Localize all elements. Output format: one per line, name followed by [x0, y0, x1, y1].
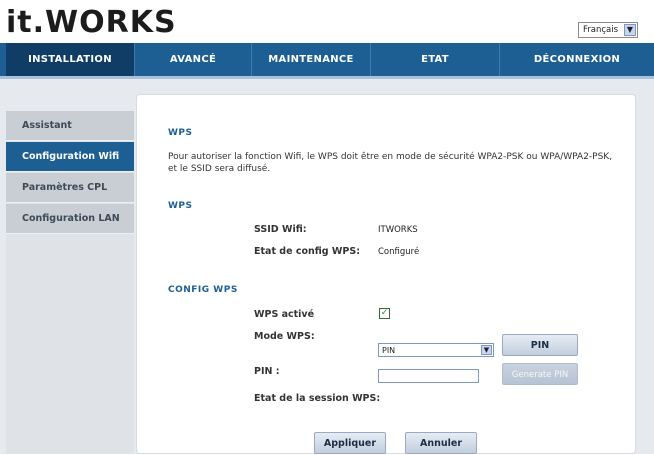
nav-avance[interactable]: AVANCÉ — [135, 43, 251, 76]
main-panel — [136, 94, 636, 454]
language-value: Français — [583, 25, 619, 35]
nav-etat[interactable]: ETAT — [371, 43, 499, 76]
sidebar-item-configuration-lan[interactable]: Configuration LAN — [6, 204, 134, 234]
itworks-logo: it.WORKS — [6, 5, 177, 40]
sidebar-item-parametres-cpl[interactable]: Paramètres CPL — [6, 173, 134, 203]
pin-input[interactable] — [378, 369, 479, 383]
mode-select[interactable]: PIN ▼ — [378, 343, 494, 357]
wps-active-checkbox[interactable]: ✓ — [379, 308, 390, 319]
intro-section-title: WPS — [168, 128, 193, 138]
sidebar-item-configuration-wifi[interactable]: Configuration Wifi — [6, 142, 134, 172]
nav-maintenance[interactable]: MAINTENANCE — [252, 43, 370, 76]
ssid-label: SSID Wifi: — [254, 224, 307, 235]
config-state-value: Configuré — [378, 247, 420, 257]
nav-installation[interactable]: INSTALLATION — [6, 43, 134, 76]
generate-pin-button[interactable]: Generate PIN — [502, 363, 578, 385]
mode-value: PIN — [382, 346, 396, 355]
chevron-down-icon[interactable]: ▼ — [624, 24, 636, 36]
wps-active-label: WPS activé — [254, 309, 315, 320]
mode-label: Mode WPS: — [254, 331, 315, 342]
main-nav: INSTALLATION AVANCÉ MAINTENANCE ETAT DÉC… — [0, 43, 654, 79]
intro-description: Pour autoriser la fonction Wifi, le WPS … — [168, 151, 628, 175]
sidebar-item-assistant[interactable]: Assistant — [6, 111, 134, 141]
pin-label: PIN : — [254, 366, 280, 377]
wps-section-title: WPS — [168, 201, 193, 211]
intro-description-line1: Pour autoriser la fonction Wifi, le WPS … — [168, 152, 613, 162]
nav-deconnexion[interactable]: DÉCONNEXION — [500, 43, 654, 76]
chevron-down-icon[interactable]: ▼ — [481, 345, 492, 355]
cancel-button[interactable]: Annuler — [405, 432, 477, 454]
intro-description-line2: et le SSID sera diffusé. — [168, 164, 271, 174]
language-select[interactable]: Français ▼ — [578, 22, 638, 38]
apply-button[interactable]: Appliquer — [314, 432, 386, 454]
sidebar: Assistant Configuration Wifi Paramètres … — [6, 111, 134, 454]
config-state-label: Etat de config WPS: — [254, 246, 360, 257]
ssid-value: ITWORKS — [378, 225, 418, 235]
session-state-label: Etat de la session WPS: — [254, 393, 381, 404]
config-wps-section-title: CONFIG WPS — [168, 285, 238, 295]
pin-button[interactable]: PIN — [502, 334, 578, 356]
